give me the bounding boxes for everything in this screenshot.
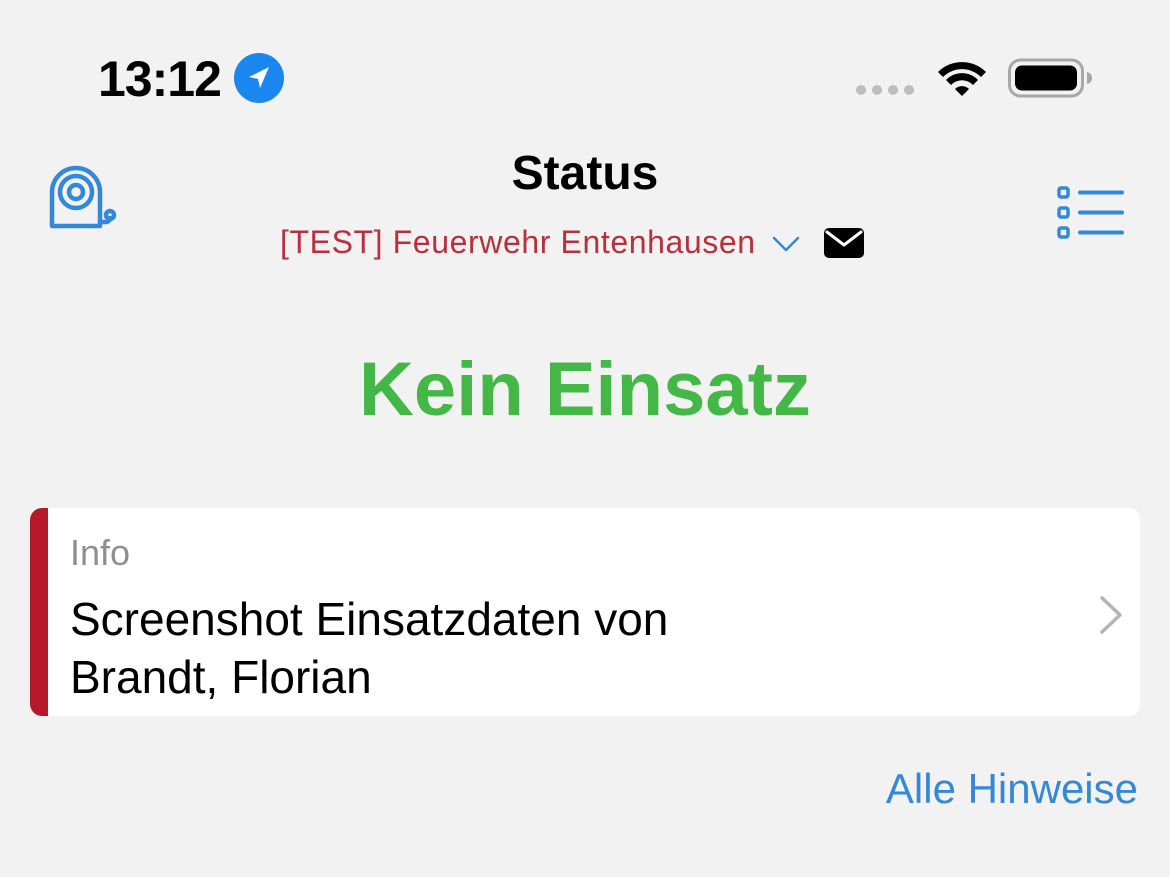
info-card-message-line: Brandt, Florian bbox=[70, 651, 372, 703]
status-bar-time: 13:12 bbox=[98, 51, 222, 107]
page-title: Status bbox=[511, 147, 659, 200]
info-card-message-line: Screenshot Einsatzdaten von bbox=[70, 593, 669, 645]
info-card-message: Screenshot Einsatzdaten von Brandt, Flor… bbox=[70, 590, 1030, 706]
chevron-right-icon[interactable] bbox=[1098, 594, 1124, 636]
status-screen: 13:12 Status [TEST] Feuerwehr Entenhause… bbox=[0, 0, 1170, 877]
battery-icon bbox=[1008, 58, 1092, 98]
info-card-accent-bar bbox=[30, 508, 48, 716]
signal-dots-icon bbox=[856, 85, 914, 95]
location-arrow-icon bbox=[234, 53, 284, 103]
envelope-icon[interactable] bbox=[823, 228, 864, 258]
chevron-down-icon[interactable] bbox=[772, 235, 800, 253]
info-card[interactable]: Info Screenshot Einsatzdaten von Brandt,… bbox=[30, 508, 1140, 716]
organization-selector[interactable]: [TEST] Feuerwehr Entenhausen bbox=[280, 220, 864, 264]
alarm-status-text: Kein Einsatz bbox=[359, 347, 811, 432]
wifi-icon bbox=[938, 62, 986, 96]
organization-name[interactable]: [TEST] Feuerwehr Entenhausen bbox=[280, 220, 756, 264]
list-icon[interactable] bbox=[1056, 184, 1126, 242]
info-card-category: Info bbox=[70, 532, 131, 573]
all-hints-link[interactable]: Alle Hinweise bbox=[886, 764, 1138, 814]
